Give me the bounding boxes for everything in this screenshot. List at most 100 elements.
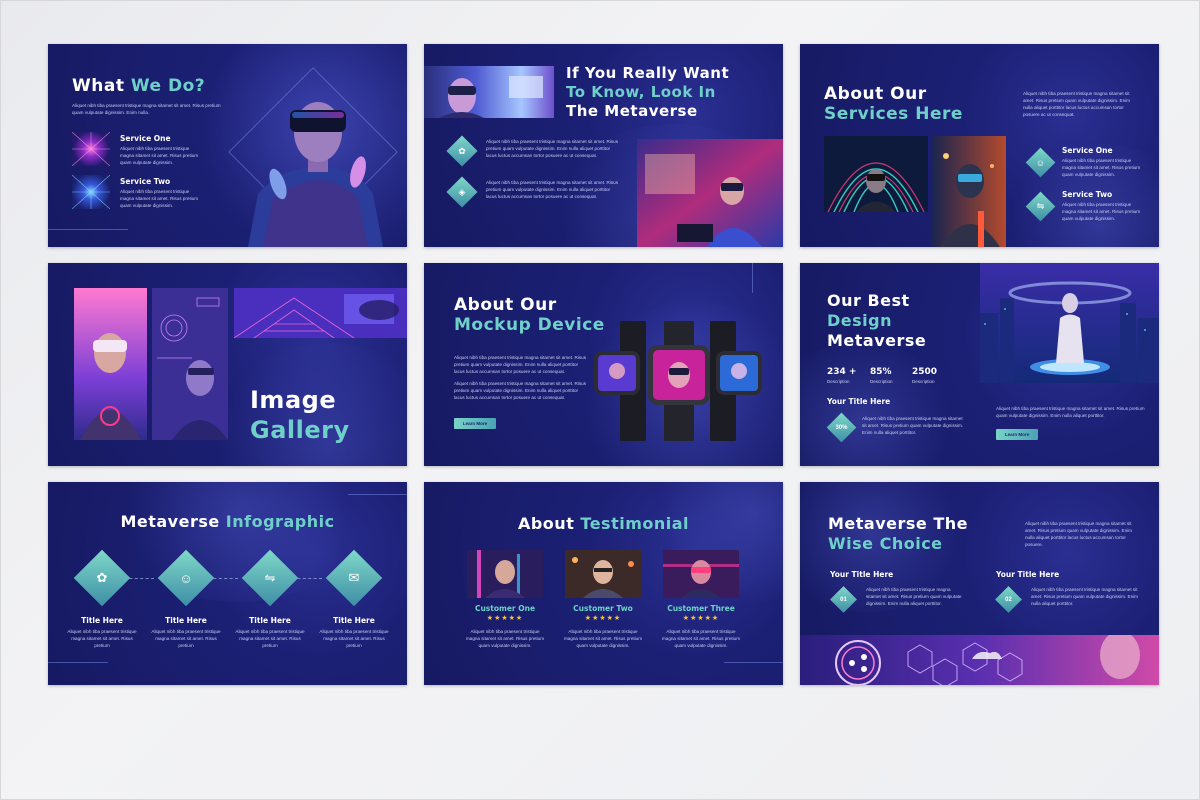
gallery-photo-neon-grid — [234, 288, 407, 338]
chat-icon: ✉ — [348, 570, 360, 585]
flower-icon: ✿ — [96, 570, 108, 585]
tech-icons-banner-photo — [800, 635, 1159, 685]
customer-two-photo — [565, 550, 641, 598]
head-icon: ☺ — [1035, 157, 1046, 168]
head-icon: ☺ — [179, 570, 193, 586]
stat-value: 234 + — [827, 367, 857, 377]
service-one-text: Aliquet nibh tiba praesent tristique mag… — [120, 146, 199, 165]
intro-text: Aliquet nibh tiba praesent tristique mag… — [1025, 521, 1132, 547]
infographic-badge: ✿ — [73, 549, 131, 607]
hooded-vr-photo — [932, 136, 1006, 247]
star-rating: ★★★★★ — [486, 615, 524, 622]
testimonial-text: Aliquet nibh tiba praesent tristique mag… — [563, 629, 643, 648]
learn-more-button[interactable]: Learn More — [454, 418, 496, 429]
toggle-icon: ⇋ — [1036, 201, 1045, 211]
stat-label: Description — [827, 379, 850, 384]
percent-badge: 30% — [826, 412, 857, 443]
burst-graphic — [72, 132, 110, 166]
vr-desk-photo — [637, 139, 783, 247]
infographic-badge: ☺ — [157, 549, 215, 607]
item-title: Your Title Here — [830, 570, 894, 579]
gallery-photo-hologram — [152, 288, 228, 440]
customer-name: Customer Two — [573, 604, 633, 613]
burst-graphic — [72, 175, 110, 209]
percent-value: 30% — [835, 424, 848, 431]
item-title: Title Here — [333, 616, 375, 625]
slide-about-services[interactable]: About Our Services Here Aliquet nibh tib… — [800, 44, 1159, 247]
service-two-thumbnail — [72, 175, 110, 209]
service-two-text: Aliquet nibh tiba praesent tristique mag… — [1062, 202, 1141, 221]
slide-title: Metaverse Infographic — [120, 512, 335, 531]
vr-man-photo — [248, 102, 383, 247]
infographic-badge: ✉ — [325, 549, 383, 607]
stat-label: Description — [912, 379, 935, 384]
service-badge: ☺ — [1025, 147, 1056, 178]
item-text: Aliquet nibh tiba praesent tristique mag… — [151, 629, 221, 648]
number-badge: 02 — [995, 586, 1022, 613]
slide-image-gallery[interactable]: Image Gallery — [48, 263, 407, 466]
badge-text: Aliquet nibh tiba praesent tristique mag… — [862, 416, 964, 435]
feature-text: Aliquet nibh tiba praesent tristique mag… — [486, 139, 619, 158]
slide-title: Metaverse The Wise Choice — [828, 514, 968, 553]
slide-best-design[interactable]: Our Best Design Metaverse 234 + Descript… — [800, 263, 1159, 466]
toggle-icon: ⇋ — [264, 570, 276, 585]
testimonial-text: Aliquet nibh tiba praesent tristique mag… — [465, 629, 545, 648]
vr-person-graphic — [439, 76, 543, 118]
service-one-thumbnail — [72, 132, 110, 166]
service-one-title: Service One — [120, 134, 171, 143]
item-title: Title Here — [249, 616, 291, 625]
learn-more-button[interactable]: Learn More — [996, 429, 1038, 440]
customer-three-photo — [663, 550, 739, 598]
description-text-2: Aliquet nibh tiba praesent tristique mag… — [454, 381, 587, 400]
item-title: Your Title Here — [996, 570, 1060, 579]
star-rating: ★★★★★ — [682, 615, 720, 622]
customer-name: Customer Three — [667, 604, 735, 613]
stat-value: 2500 — [912, 367, 938, 377]
circuit-line — [348, 494, 407, 495]
item-text: Aliquet nibh tiba praesent tristique mag… — [319, 629, 389, 648]
item-text: Aliquet nibh tiba praesent tristique mag… — [67, 629, 137, 648]
infographic-badge: ⇋ — [241, 549, 299, 607]
slide-look-in-metaverse[interactable]: If You Really Want To Know, Look In The … — [424, 44, 783, 247]
city-vr-photo — [980, 263, 1159, 383]
item-text: Aliquet nibh tiba praesent tristique mag… — [866, 587, 962, 606]
background-glow — [108, 482, 368, 602]
number-badge: 01 — [830, 586, 857, 613]
item-title: Title Here — [165, 616, 207, 625]
slide-mockup-device[interactable]: About Our Mockup Device Aliquet nibh tib… — [424, 263, 783, 466]
flower-icon: ✿ — [458, 145, 466, 156]
diamond-icon: ◈ — [458, 186, 466, 197]
slide-title: What We Do? — [72, 76, 206, 96]
section-subtitle: Your Title Here — [827, 397, 891, 406]
circuit-line — [48, 229, 128, 230]
service-two-text: Aliquet nibh tiba praesent tristique mag… — [120, 189, 199, 208]
testimonial-text: Aliquet nibh tiba praesent tristique mag… — [661, 629, 741, 648]
slide-what-we-do[interactable]: What We Do? Aliquet nibh tiba praesent t… — [48, 44, 407, 247]
item-number: 02 — [1005, 596, 1012, 603]
service-two-title: Service Two — [1062, 190, 1113, 199]
description-text-1: Aliquet nibh tiba praesent tristique mag… — [454, 355, 587, 374]
service-badge: ⇋ — [1025, 191, 1056, 222]
slide-title: About Our Services Here — [824, 84, 963, 124]
feature-text: Aliquet nibh tiba praesent tristique mag… — [486, 180, 619, 199]
vr-headset-banner-photo — [424, 66, 554, 118]
item-text: Aliquet nibh tiba praesent tristique mag… — [1031, 587, 1138, 606]
stat-value: 85% — [870, 367, 892, 377]
slide-title: About Our Mockup Device — [454, 295, 605, 335]
item-text: Aliquet nibh tiba praesent tristique mag… — [235, 629, 305, 648]
slide-infographic[interactable]: Metaverse Infographic ✿ Title Here Aliqu… — [48, 482, 407, 685]
item-number: 01 — [840, 596, 847, 603]
item-title: Title Here — [81, 616, 123, 625]
slide-testimonial[interactable]: About Testimonial Customer One ★★★★★ Ali… — [424, 482, 783, 685]
neon-tunnel-photo — [824, 136, 928, 212]
slide-title: If You Really Want To Know, Look In The … — [566, 64, 730, 120]
intro-text: Aliquet nibh tiba praesent tristique mag… — [1023, 91, 1130, 117]
star-rating: ★★★★★ — [584, 615, 622, 622]
service-one-text: Aliquet nibh tiba praesent tristique mag… — [1062, 158, 1141, 177]
slide-title: About Testimonial — [517, 514, 690, 533]
slide-wise-choice[interactable]: Metaverse The Wise Choice Aliquet nibh t… — [800, 482, 1159, 685]
service-two-title: Service Two — [120, 177, 171, 186]
feature-badge: ✿ — [446, 135, 478, 167]
slide-title: Image Gallery — [250, 386, 350, 444]
circuit-line — [48, 662, 108, 663]
